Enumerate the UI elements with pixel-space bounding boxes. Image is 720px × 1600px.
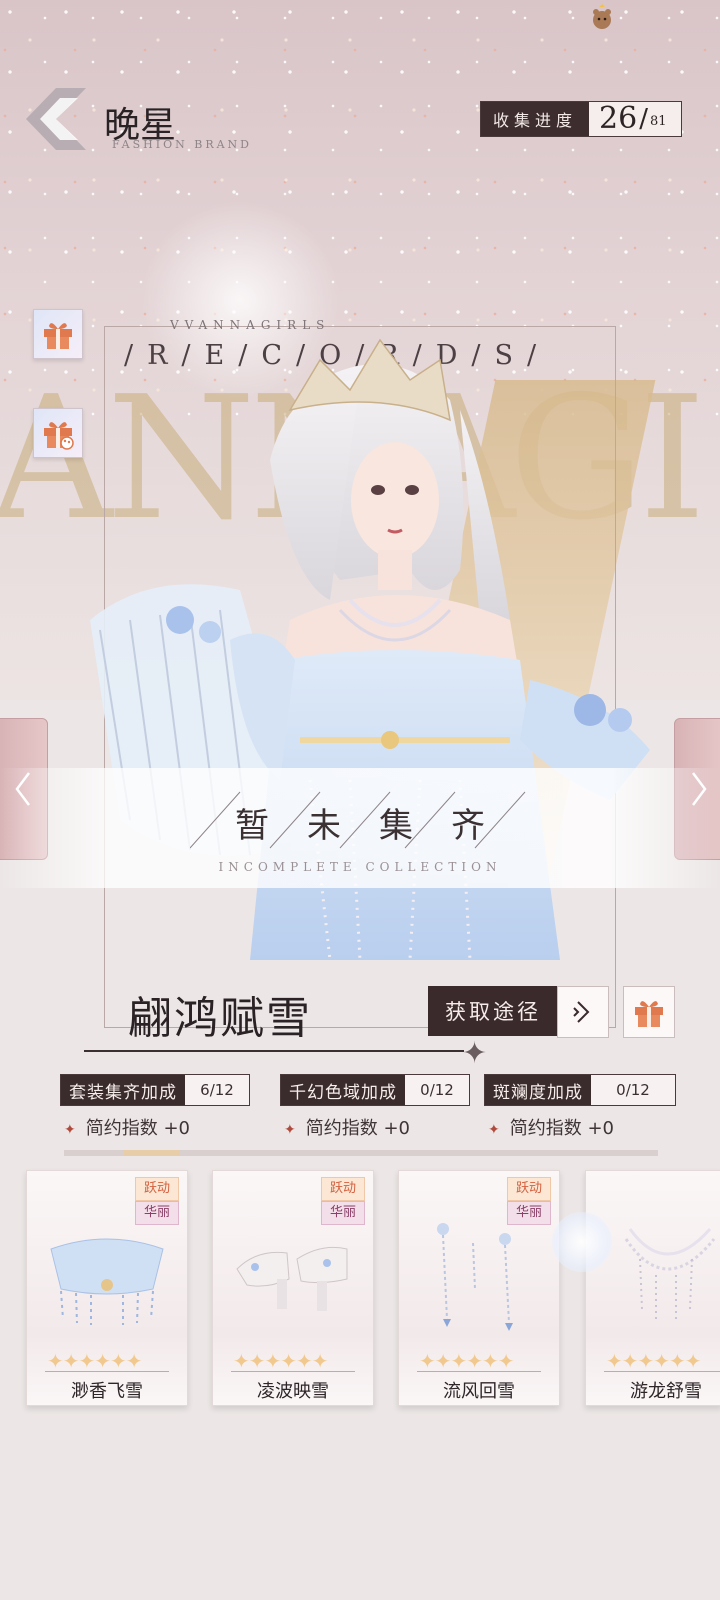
- item-name: 渺香飞雪: [71, 1381, 143, 1402]
- diamond-icon: ✦: [284, 1122, 296, 1138]
- rarity-stars: ✦✦✦✦✦✦: [233, 1349, 329, 1373]
- bonus-value: 0/12: [616, 1081, 650, 1099]
- item-name: 游龙舒雪: [630, 1381, 702, 1402]
- progress-separator: /: [639, 104, 648, 134]
- name-divider: [45, 1371, 169, 1372]
- tag-dynamic: 跃动: [507, 1177, 551, 1201]
- bonus-vividness: 斑斓度加成 0/12: [484, 1074, 676, 1106]
- rarity-stars: ✦✦✦✦✦✦: [47, 1349, 143, 1373]
- diamond-icon: ✦: [64, 1122, 76, 1138]
- bonus-color-domain: 千幻色域加成 0/12: [280, 1074, 470, 1106]
- bonus-effect-text: 简约指数 +0: [85, 1118, 190, 1139]
- bear-icon: [593, 4, 611, 29]
- tag-gorgeous: 华丽: [507, 1201, 551, 1225]
- bonus-set-complete: 套装集齐加成 6/12: [60, 1074, 250, 1106]
- item-card[interactable]: ✦✦✦✦✦✦ 游龙舒雪: [585, 1170, 720, 1406]
- set-name-underline: [84, 1050, 464, 1052]
- name-divider: [231, 1371, 355, 1372]
- bonus-effect-text: 简约指数 +0: [509, 1118, 614, 1139]
- progress-value: 26 / 81: [589, 102, 681, 136]
- item-necklace-image: [624, 1228, 716, 1319]
- obtain-arrow-button[interactable]: [557, 986, 609, 1038]
- item-card[interactable]: 跃动 华丽 ✦✦✦✦✦✦ 凌波映雪: [212, 1170, 374, 1406]
- tag-dynamic: 跃动: [321, 1177, 365, 1201]
- set-name: 翩鸿赋雪: [128, 993, 312, 1044]
- incomplete-subtitle: INCOMPLETE COLLECTION: [218, 860, 502, 874]
- rarity-stars: ✦✦✦✦✦✦: [606, 1349, 702, 1373]
- bonus-value: 0/12: [420, 1081, 454, 1099]
- rarity-stars: ✦✦✦✦✦✦: [419, 1349, 515, 1373]
- collection-progress: 收集进度 26 / 81: [480, 101, 682, 137]
- chevron-double-right-icon: [573, 1001, 590, 1023]
- gift-icon: [44, 323, 72, 349]
- bonus-effect: ✦ 简约指数 +0: [284, 1114, 410, 1140]
- bonus-value: 6/12: [200, 1081, 234, 1099]
- name-divider: [604, 1371, 720, 1372]
- incomplete-title: 暂未集齐: [235, 806, 523, 846]
- scrollbar-thumb[interactable]: [124, 1150, 180, 1156]
- item-card[interactable]: 跃动 华丽 ✦✦✦✦✦✦ 流风回雪: [398, 1170, 560, 1406]
- bonus-label: 千幻色域加成: [281, 1075, 405, 1105]
- item-name: 流风回雪: [443, 1381, 515, 1402]
- item-name: 凌波映雪: [257, 1381, 329, 1402]
- bonus-effect: ✦ 简约指数 +0: [488, 1114, 614, 1140]
- gift-palette-icon: [44, 422, 74, 450]
- tag-gorgeous: 华丽: [321, 1201, 365, 1225]
- obtain-method-button[interactable]: 获取途径: [428, 986, 558, 1036]
- tag-gorgeous: 华丽: [135, 1201, 179, 1225]
- sparkle-icon: ✦: [462, 1036, 488, 1071]
- bonus-label: 套装集齐加成: [61, 1075, 185, 1105]
- back-button[interactable]: [26, 88, 106, 150]
- item-top-image: [50, 1238, 164, 1325]
- light-bubble: [552, 1212, 612, 1272]
- progress-total: 81: [649, 114, 667, 129]
- item-earrings-image: [437, 1223, 513, 1331]
- name-divider: [417, 1371, 541, 1372]
- bonus-label: 斑斓度加成: [485, 1075, 591, 1105]
- gift-palette-button[interactable]: [33, 408, 83, 458]
- tag-dynamic: 跃动: [135, 1177, 179, 1201]
- item-card[interactable]: 跃动 华丽 ✦✦✦✦✦✦ 渺香飞雪: [26, 1170, 188, 1406]
- gift-icon: [635, 1001, 663, 1027]
- brand-subtitle: FASHION BRAND: [112, 138, 252, 151]
- bonus-effect-text: 简约指数 +0: [305, 1118, 410, 1139]
- progress-label: 收集进度: [481, 102, 590, 136]
- set-gift-button[interactable]: [623, 986, 675, 1038]
- bonus-effect: ✦ 简约指数 +0: [64, 1114, 190, 1140]
- gift-button[interactable]: [33, 309, 83, 359]
- item-shoes-image: [236, 1246, 348, 1311]
- diamond-icon: ✦: [488, 1122, 500, 1138]
- progress-count: 26: [599, 101, 638, 136]
